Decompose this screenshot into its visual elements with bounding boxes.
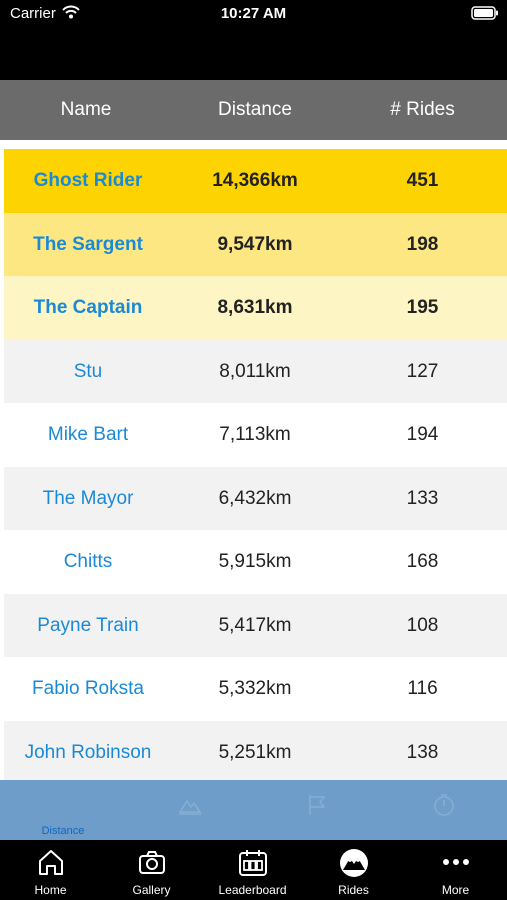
rider-name[interactable]: Fabio Roksta <box>4 657 172 721</box>
clock: 10:27 AM <box>220 5 287 22</box>
rider-distance: 5,417km <box>218 614 292 636</box>
leaderboard-category-tabs: Distance <box>0 780 507 840</box>
subtab-elevation[interactable] <box>127 780 253 840</box>
rider-rides: 127 <box>406 360 439 382</box>
rider-name[interactable]: The Mayor <box>4 467 172 531</box>
rider-rides: 198 <box>406 233 439 255</box>
status-bar: Carrier 10:27 AM <box>0 0 507 80</box>
rides-icon <box>339 848 369 883</box>
rider-name[interactable]: Payne Train <box>4 594 172 658</box>
leaderboard-list[interactable]: Ghost Rider 14,366km 451 The Sargent 9,5… <box>4 149 507 780</box>
rider-name[interactable]: Chitts <box>4 530 172 594</box>
leaderboard-row[interactable]: Mike Bart 7,113km 194 <box>4 403 507 467</box>
tab-rides-label: Rides <box>338 883 369 897</box>
battery-icon <box>471 6 499 25</box>
flag-icon <box>304 792 330 823</box>
leaderboard-row[interactable]: Stu 8,011km 127 <box>4 339 507 404</box>
stopwatch-icon <box>431 792 457 823</box>
tab-more[interactable]: More <box>404 840 507 900</box>
tab-home[interactable]: Home <box>0 840 101 900</box>
rider-rides: 116 <box>407 678 438 699</box>
more-icon <box>441 848 471 881</box>
leaderboard-row[interactable]: The Sargent 9,547km 198 <box>4 212 507 277</box>
rider-name[interactable]: Mike Bart <box>4 403 172 467</box>
tab-more-label: More <box>441 883 470 897</box>
camera-icon <box>137 848 167 881</box>
rider-rides: 195 <box>406 297 439 318</box>
rider-name[interactable]: The Captain <box>4 276 172 340</box>
column-header-rides[interactable]: # Rides <box>338 80 507 140</box>
rider-rides: 194 <box>406 424 439 445</box>
leaderboard-header: Name Distance # Rides <box>0 80 507 140</box>
rider-distance: 6,432km <box>218 487 292 509</box>
subtab-distance-label: Distance <box>41 825 85 837</box>
leaderboard-row[interactable]: Payne Train 5,417km 108 <box>4 593 507 658</box>
leaderboard-row[interactable]: The Mayor 6,432km 133 <box>4 466 507 531</box>
rider-rides: 133 <box>406 487 439 509</box>
rider-rides: 451 <box>406 170 439 191</box>
rider-name[interactable]: Ghost Rider <box>4 149 172 213</box>
rider-distance: 9,547km <box>217 233 293 255</box>
tab-home-label: Home <box>34 883 67 897</box>
mountain-icon <box>177 792 203 823</box>
rider-distance: 14,366km <box>212 170 298 191</box>
leaderboard-row[interactable]: Fabio Roksta 5,332km 116 <box>4 657 507 721</box>
tab-leaderboard[interactable]: Leaderboard <box>202 840 303 900</box>
rider-distance: 8,011km <box>219 360 291 382</box>
subtab-distance[interactable]: Distance <box>0 780 126 840</box>
tab-leaderboard-label: Leaderboard <box>218 883 287 897</box>
subtab-time[interactable] <box>381 780 507 840</box>
column-header-name[interactable]: Name <box>0 80 172 140</box>
rider-distance: 5,915km <box>218 551 292 572</box>
tab-gallery-label: Gallery <box>132 883 171 897</box>
tab-gallery[interactable]: Gallery <box>101 840 202 900</box>
rider-distance: 5,251km <box>218 741 292 763</box>
leaderboard-row[interactable]: John Robinson 5,251km 138 <box>4 720 507 781</box>
rider-distance: 8,631km <box>217 297 293 318</box>
column-header-distance[interactable]: Distance <box>172 80 338 140</box>
rider-rides: 138 <box>406 741 439 763</box>
subtab-events[interactable] <box>254 780 380 840</box>
rider-distance: 7,113km <box>219 424 291 445</box>
leaderboard-row[interactable]: The Captain 8,631km 195 <box>4 276 507 340</box>
rider-distance: 5,332km <box>218 678 292 699</box>
home-icon <box>36 848 66 881</box>
leaderboard-row[interactable]: Ghost Rider 14,366km 451 <box>4 149 507 213</box>
rider-rides: 168 <box>406 551 439 572</box>
rider-name[interactable]: Stu <box>4 340 172 404</box>
leaderboard-icon <box>238 848 268 881</box>
rider-rides: 108 <box>406 614 439 636</box>
rider-name[interactable]: The Sargent <box>4 213 172 277</box>
main-tab-bar: Home Gallery Leaderboard Rides More <box>0 840 507 900</box>
leaderboard-row[interactable]: Chitts 5,915km 168 <box>4 530 507 594</box>
tab-rides[interactable]: Rides <box>303 840 404 900</box>
rider-name[interactable]: John Robinson <box>4 721 172 781</box>
